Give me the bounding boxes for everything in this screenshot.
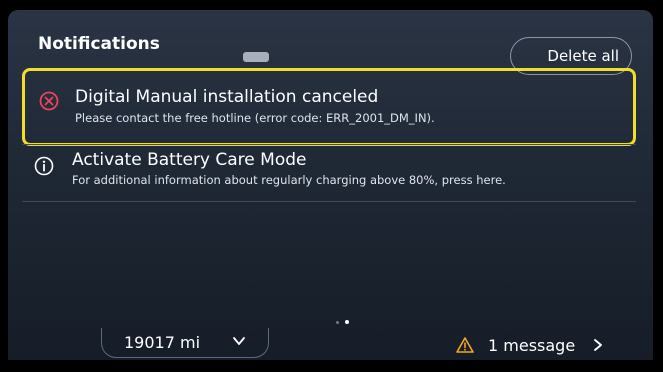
notification-body: For additional information about regular… [72, 173, 506, 187]
photo-frame: Notifications Delete all Digital Manual … [0, 0, 663, 372]
notification-item-digital-manual[interactable]: Digital Manual installation canceled Ple… [22, 68, 636, 146]
notification-item-battery-care[interactable]: Activate Battery Care Mode For additiona… [22, 146, 636, 202]
divider [22, 144, 636, 145]
notification-title: Digital Manual installation canceled [75, 87, 379, 107]
odometer-selector[interactable]: 19017 mi [101, 328, 269, 358]
notification-title: Activate Battery Care Mode [72, 150, 307, 170]
notification-body: Please contact the free hotline (error c… [75, 111, 435, 125]
divider [22, 201, 636, 202]
screen-glare [243, 52, 269, 62]
page-dot-active[interactable] [345, 320, 349, 324]
error-circle-icon [39, 91, 59, 111]
warning-icon [456, 337, 474, 353]
infotainment-screen: Notifications Delete all Digital Manual … [8, 10, 653, 360]
odometer-value: 19017 mi [124, 333, 201, 352]
info-circle-icon [34, 156, 54, 176]
page-title: Notifications [38, 34, 160, 54]
page-dot[interactable] [336, 320, 339, 324]
chevron-down-icon [233, 337, 245, 345]
chevron-right-icon [594, 339, 603, 351]
page-indicator [336, 320, 349, 324]
message-count: 1 message [488, 335, 576, 355]
status-bar: 19017 mi 1 message [8, 328, 653, 360]
messages-link[interactable]: 1 message [456, 332, 603, 358]
